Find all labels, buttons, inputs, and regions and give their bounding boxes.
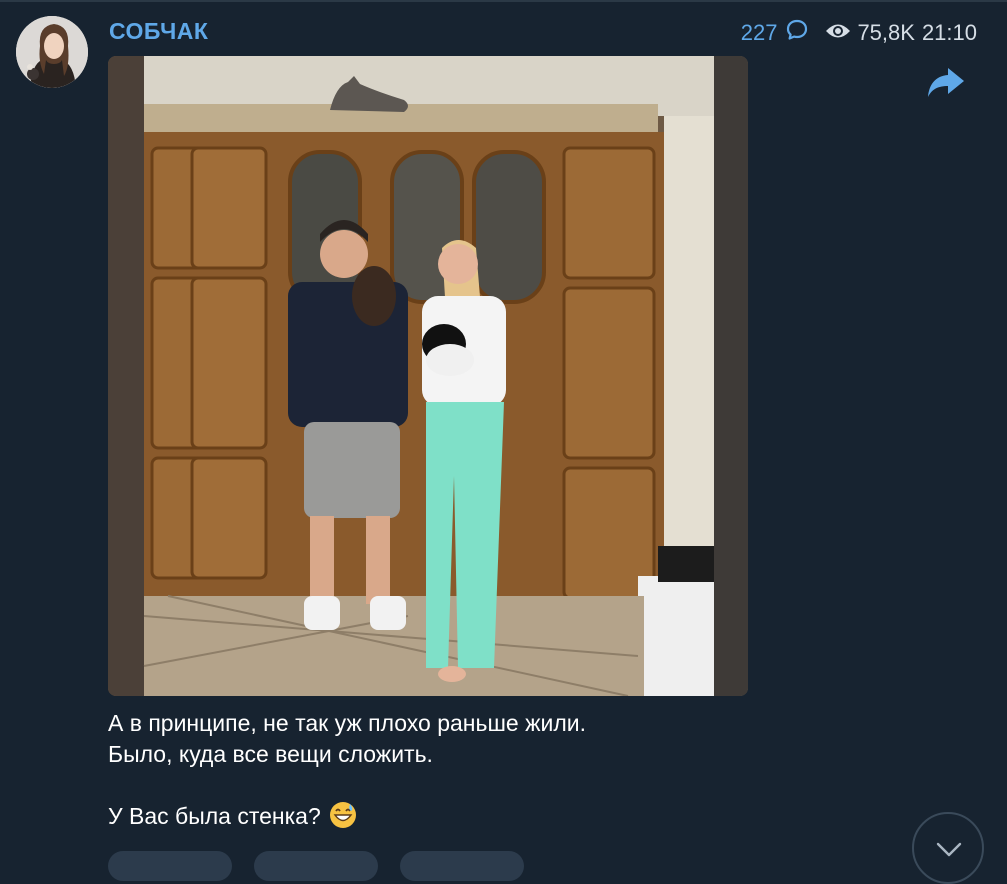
post-photo[interactable] bbox=[108, 56, 748, 696]
post-caption: А в принципе, не так уж плохо раньше жил… bbox=[108, 708, 808, 832]
comments-count: 227 bbox=[740, 20, 778, 45]
reaction-chip[interactable] bbox=[400, 851, 524, 881]
top-divider bbox=[0, 0, 1007, 2]
forward-button[interactable] bbox=[926, 64, 966, 100]
forward-arrow-icon bbox=[926, 68, 966, 104]
views-count: 75,8K bbox=[857, 20, 915, 45]
caption-line-1: А в принципе, не так уж плохо раньше жил… bbox=[108, 710, 587, 736]
scroll-down-button[interactable] bbox=[912, 812, 984, 884]
reactions-bar bbox=[108, 851, 546, 881]
reaction-chip[interactable] bbox=[254, 851, 378, 881]
views-counter: 75,8K bbox=[825, 20, 915, 46]
channel-name[interactable]: СОБЧАК bbox=[109, 18, 208, 45]
eye-icon bbox=[825, 20, 857, 46]
post-meta: 227 75,8K 21:10 bbox=[741, 18, 977, 48]
post-time: 21:10 bbox=[921, 20, 977, 45]
caption-line-4: У Вас была стенка? bbox=[108, 801, 808, 832]
comments-button[interactable]: 227 bbox=[741, 18, 810, 48]
grinning-sweat-emoji bbox=[329, 801, 357, 829]
caption-question: У Вас была стенка? bbox=[108, 803, 321, 829]
channel-avatar[interactable] bbox=[16, 16, 88, 88]
reaction-chip[interactable] bbox=[108, 851, 232, 881]
comment-bubble-icon bbox=[785, 18, 809, 48]
caption-line-2: Было, куда все вещи сложить. bbox=[108, 741, 433, 767]
